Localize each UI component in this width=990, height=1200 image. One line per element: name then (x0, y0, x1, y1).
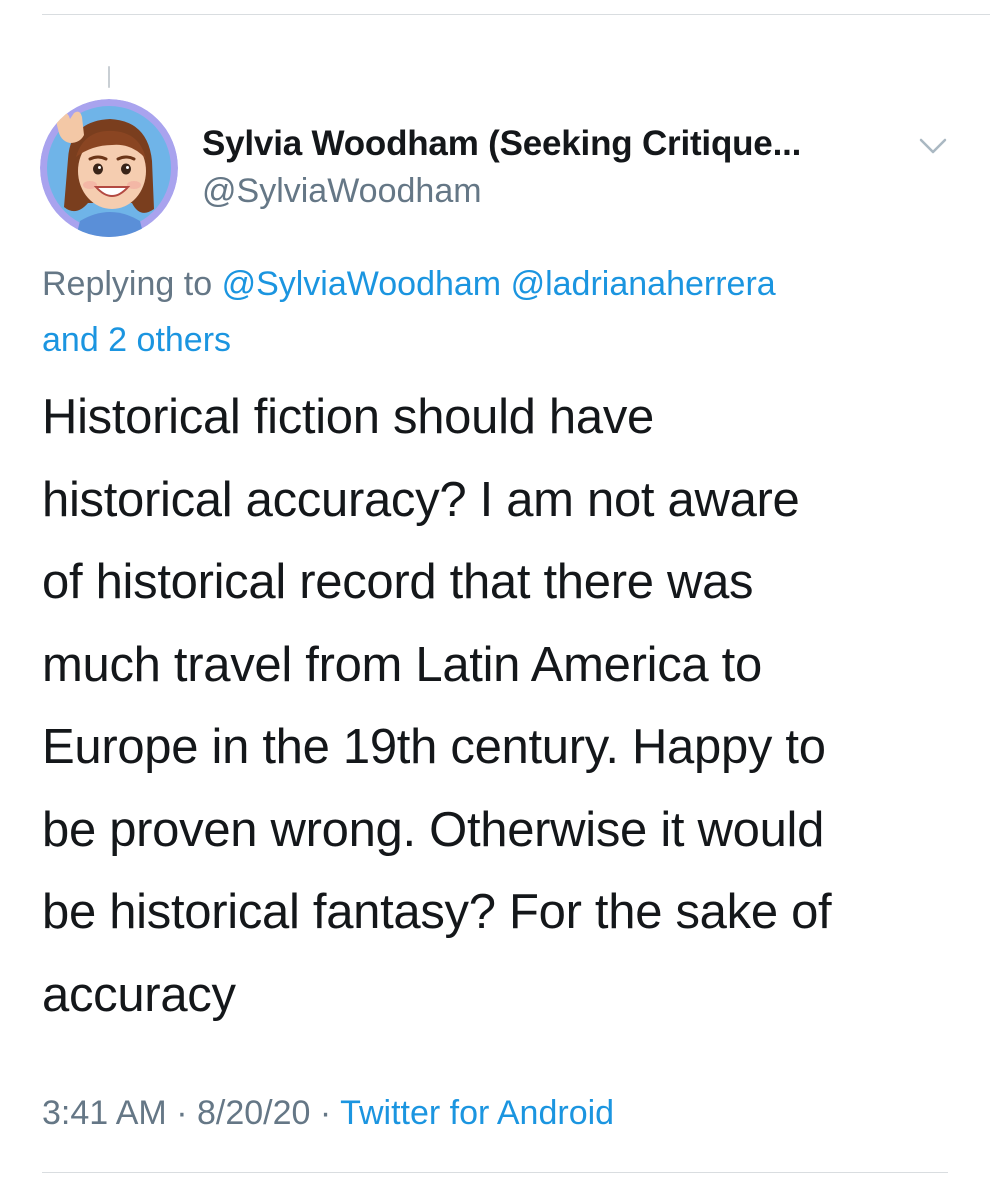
tweet-text-line: Historical fiction should have (42, 390, 654, 444)
cartoon-avatar-icon (40, 99, 178, 237)
author-handle[interactable]: @SylviaWoodham (202, 172, 482, 211)
tweet-text-line: accuracy (42, 967, 236, 1022)
tweet-menu-button[interactable] (916, 134, 950, 158)
mention-link[interactable]: @SylviaWoodham (222, 265, 502, 303)
thread-connector-line (108, 66, 110, 88)
tweet-text-line: historical accuracy? I am not aware (42, 472, 800, 527)
tweet-time[interactable]: 3:41 AM (42, 1094, 167, 1132)
replying-to-prefix: Replying to (42, 265, 213, 303)
tweet-meta: 3:41 AM · 8/20/20 · Twitter for Android (42, 1094, 614, 1133)
tweet-date[interactable]: 8/20/20 (197, 1094, 310, 1132)
replying-to-line: Replying to @SylviaWoodham @ladrianaherr… (42, 256, 942, 368)
tweet-text-line: Europe in the 19th century. Happy to (42, 720, 826, 774)
others-link[interactable]: and 2 others (42, 321, 231, 359)
meta-separator: · (176, 1094, 188, 1132)
tweet-body: Historical fiction should have historica… (42, 376, 962, 1036)
chevron-down-icon (919, 138, 947, 154)
meta-separator: · (319, 1094, 332, 1132)
bottom-divider (42, 1172, 948, 1173)
tweet-text-line: much travel from Latin America to (42, 637, 762, 692)
mention-link[interactable]: @ladrianaherrera (511, 265, 776, 303)
tweet-text-line: be proven wrong. Otherwise it would (42, 802, 825, 857)
tweet-source-link[interactable]: Twitter for Android (340, 1094, 614, 1132)
avatar[interactable] (40, 99, 178, 237)
tweet-text-line: be historical fantasy? For the sake of (42, 885, 832, 939)
top-divider (42, 14, 990, 15)
author-display-name[interactable]: Sylvia Woodham (Seeking Critique... (202, 124, 801, 164)
tweet-text-line: of historical record that there was (42, 555, 754, 609)
